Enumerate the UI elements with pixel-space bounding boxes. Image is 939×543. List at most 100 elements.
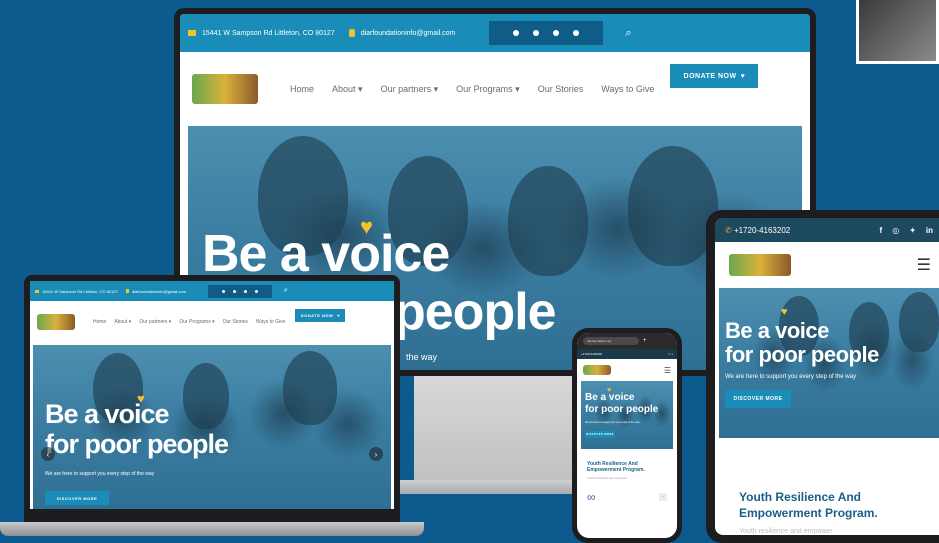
slider-next-button[interactable]: › bbox=[369, 447, 383, 461]
top-info-bar: 15441 W Sampson Rd Littleton, CO 80127 d… bbox=[180, 14, 810, 52]
program-title-line2: Empowerment Program. bbox=[739, 506, 878, 520]
tablet-screen: ✆ +1720-4163202 f ◎ ✦ in ☰ ♥ Be a voice … bbox=[715, 218, 939, 535]
email-text[interactable]: diarfoundationinfo@gmail.com bbox=[361, 30, 456, 37]
mail-icon bbox=[348, 29, 355, 37]
hero-subtitle: the way bbox=[406, 352, 438, 362]
phone-url-field[interactable]: diarfoundation.org bbox=[583, 337, 639, 345]
search-icon[interactable]: ⌕ bbox=[625, 27, 631, 40]
program-text: Youth resilience and empower bbox=[739, 528, 833, 535]
background-photo-fragment bbox=[856, 0, 939, 64]
address-item: 15441 W Sampson Rd Littleton, CO 80127 bbox=[35, 289, 118, 294]
discover-more-button[interactable]: DISCOVER MORE bbox=[585, 431, 615, 438]
nav-programs[interactable]: Our Programs ▾ bbox=[179, 319, 214, 325]
social-links: f ◎ ✦ in bbox=[880, 226, 933, 235]
nav-about[interactable]: About ▾ bbox=[114, 319, 131, 325]
hero-photo-figure bbox=[183, 363, 229, 429]
program-title-line1: Youth Resilience And bbox=[739, 490, 862, 504]
hamburger-menu-icon[interactable]: ☰ bbox=[664, 366, 671, 375]
smartphone: diarfoundation.org + +1720-4163202 ▪ ▪ ▪… bbox=[572, 328, 682, 543]
nav-partners-label: Our partners bbox=[380, 83, 432, 94]
program-title-line2: Empowerment Program. bbox=[587, 467, 645, 473]
nav-home[interactable]: Home bbox=[290, 84, 314, 95]
phone-address-bar: diarfoundation.org + bbox=[577, 333, 677, 349]
instagram-icon[interactable]: ◎ bbox=[892, 226, 899, 235]
email-item[interactable]: diarfoundationinfo@gmail.com bbox=[348, 29, 456, 37]
nav-ways-to-give[interactable]: Ways to Give bbox=[256, 319, 286, 325]
tablet: ✆ +1720-4163202 f ◎ ✦ in ☰ ♥ Be a voice … bbox=[706, 210, 939, 543]
discover-more-button[interactable]: DISCOVER MORE bbox=[725, 390, 791, 408]
nav-stories[interactable]: Our Stories bbox=[538, 84, 584, 95]
hero-subtitle: We are here to support you every step of… bbox=[725, 374, 856, 380]
twitter-icon[interactable]: ✦ bbox=[909, 226, 916, 235]
donate-button[interactable]: DONATE NOW ♥ bbox=[295, 308, 346, 322]
social-links bbox=[207, 284, 272, 298]
facebook-icon[interactable]: ▪ bbox=[668, 352, 669, 356]
donate-button[interactable]: DONATE NOW ♥ bbox=[670, 64, 759, 88]
laptop-screen: 15441 W Sampson Rd Littleton, CO 80127 d… bbox=[30, 281, 394, 509]
instagram-icon[interactable] bbox=[243, 289, 247, 293]
site-logo[interactable] bbox=[37, 314, 75, 330]
nav-programs[interactable]: Our Programs ▾ bbox=[456, 84, 520, 95]
email-text[interactable]: diarfoundationinfo@gmail.com bbox=[132, 289, 186, 294]
nav-about[interactable]: About ▾ bbox=[332, 84, 363, 95]
pinterest-icon[interactable] bbox=[254, 289, 258, 293]
facebook-icon[interactable] bbox=[513, 30, 520, 36]
monitor-stand bbox=[414, 376, 574, 484]
nav-ways-to-give[interactable]: Ways to Give bbox=[601, 84, 654, 95]
nav-links: Home About ▾ Our partners ▾ Our Programs… bbox=[93, 319, 285, 325]
search-icon[interactable]: ⌕ bbox=[284, 287, 288, 295]
slider-prev-button[interactable]: ‹ bbox=[41, 447, 55, 461]
social-links bbox=[489, 21, 604, 45]
new-tab-icon[interactable]: + bbox=[643, 338, 647, 344]
nav-partners[interactable]: Our partners ▾ bbox=[381, 84, 439, 95]
facebook-icon[interactable] bbox=[221, 289, 225, 293]
program-section: Youth Resilience And Empowerment Program… bbox=[577, 449, 677, 504]
map-pin-icon bbox=[188, 30, 196, 36]
heart-icon: ♥ bbox=[781, 306, 788, 318]
discover-label: DISCOVER MORE bbox=[733, 396, 783, 402]
email-item[interactable]: diarfoundationinfo@gmail.com bbox=[125, 289, 186, 294]
address-text: 15441 W Sampson Rd Littleton, CO 80127 bbox=[202, 29, 335, 37]
nav-about-label: About bbox=[332, 83, 356, 94]
pinterest-icon[interactable] bbox=[573, 30, 580, 36]
phone-number[interactable]: +1720-4163202 bbox=[581, 352, 602, 356]
donate-label: DONATE NOW bbox=[683, 72, 737, 80]
handshake-icon: ∞ bbox=[587, 490, 596, 504]
hero-photo-figure bbox=[899, 292, 939, 352]
site-logo[interactable] bbox=[583, 365, 611, 375]
laptop-base bbox=[0, 522, 424, 536]
discover-more-button[interactable]: DISCOVER MORE bbox=[45, 491, 109, 505]
next-arrow-icon[interactable]: › bbox=[659, 493, 667, 501]
twitter-icon[interactable] bbox=[232, 289, 236, 293]
hero-banner: ♥ Be a voice for poor people We are here… bbox=[719, 288, 939, 438]
heart-icon: ♥ bbox=[740, 72, 746, 80]
facebook-icon[interactable]: f bbox=[880, 226, 883, 235]
program-icon-row: ∞ › bbox=[587, 490, 667, 504]
linkedin-icon[interactable]: in bbox=[926, 226, 933, 235]
phone-header: ☰ bbox=[577, 359, 677, 381]
site-logo[interactable] bbox=[192, 74, 258, 104]
hero-headline-line1: Be a voice bbox=[725, 318, 829, 343]
hero-photo-figure bbox=[283, 351, 337, 425]
discover-label: DISCOVER MORE bbox=[56, 495, 98, 501]
phone-item[interactable]: ✆ +1720-4163202 bbox=[725, 226, 790, 235]
nav-stories[interactable]: Our Stories bbox=[223, 319, 248, 325]
map-pin-icon bbox=[35, 289, 39, 293]
hero-banner: ♥ Be a voice for poor people We are here… bbox=[581, 381, 673, 449]
nav-partners[interactable]: Our partners ▾ bbox=[139, 319, 171, 325]
site-logo[interactable] bbox=[729, 254, 791, 276]
twitter-icon[interactable] bbox=[533, 30, 540, 36]
nav-links: Home About ▾ Our partners ▾ Our Programs… bbox=[290, 84, 654, 95]
phone-screen: diarfoundation.org + +1720-4163202 ▪ ▪ ▪… bbox=[577, 333, 677, 538]
program-text: Youth resilience and empower bbox=[587, 476, 628, 480]
mail-icon bbox=[125, 289, 129, 293]
instagram-icon[interactable]: ▪ bbox=[670, 352, 671, 356]
phone-top-bar: +1720-4163202 ▪ ▪ ▪ bbox=[577, 349, 677, 359]
instagram-icon[interactable] bbox=[553, 30, 560, 36]
twitter-icon[interactable]: ▪ bbox=[672, 352, 673, 356]
hamburger-menu-icon[interactable]: ☰ bbox=[917, 255, 931, 275]
tablet-top-bar: ✆ +1720-4163202 f ◎ ✦ in bbox=[715, 218, 939, 242]
nav-home[interactable]: Home bbox=[93, 319, 106, 325]
hero-headline-line2: people bbox=[394, 283, 557, 341]
address-text: 15441 W Sampson Rd Littleton, CO 80127 bbox=[42, 288, 118, 294]
